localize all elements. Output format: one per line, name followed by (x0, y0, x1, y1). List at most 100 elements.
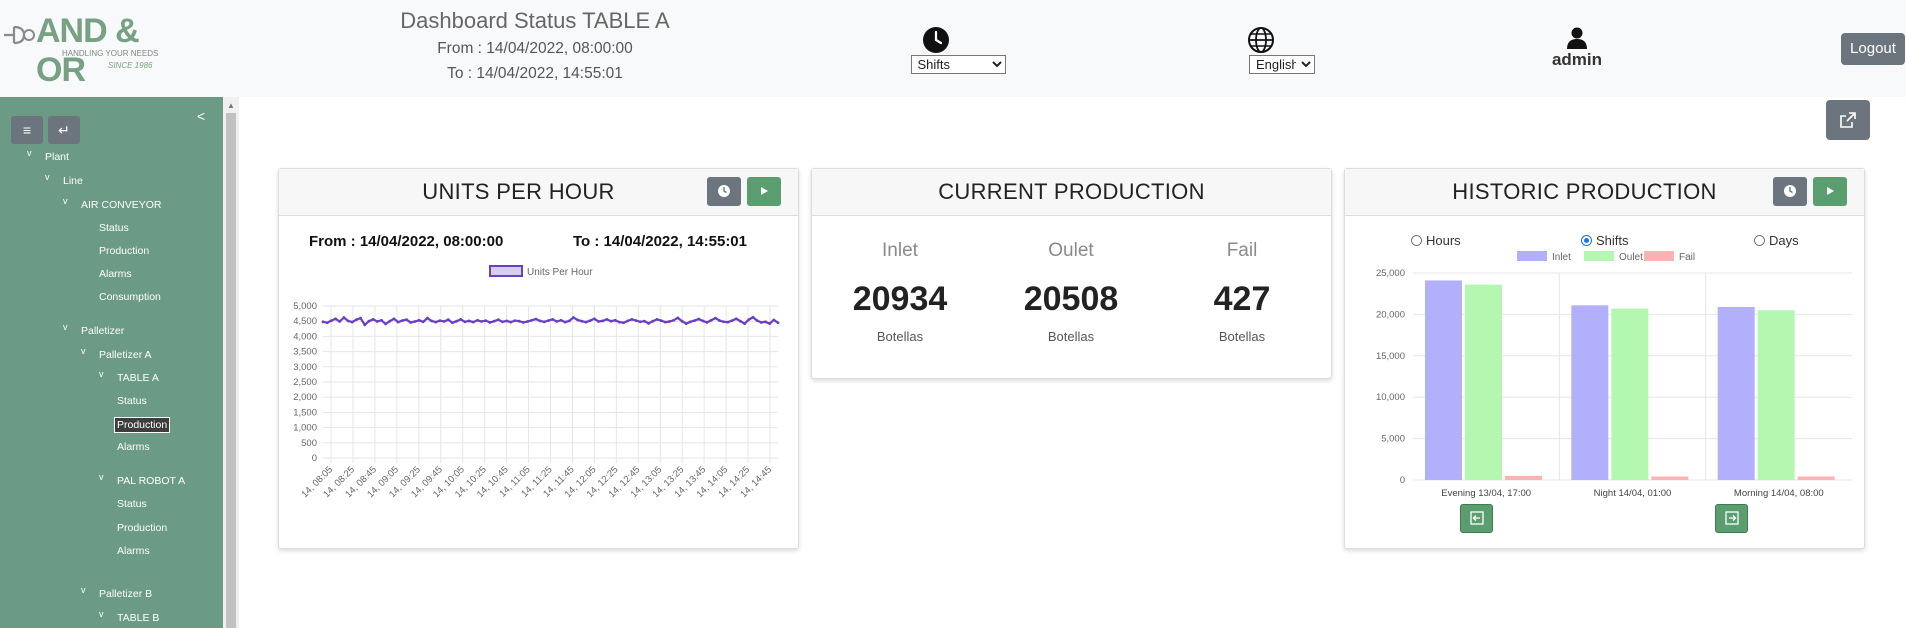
data-point (430, 319, 433, 323)
data-point (459, 317, 463, 321)
data-point (567, 319, 571, 323)
sidebar-tree-item[interactable]: Production (117, 522, 167, 534)
chevron-down-icon[interactable]: v (63, 322, 68, 332)
top-header: AND & OR HANDLING YOUR NEEDS SINCE 1986 … (0, 0, 1906, 98)
data-point (634, 319, 638, 322)
previous-period-button[interactable] (1460, 504, 1493, 533)
logout-button[interactable]: Logout (1841, 33, 1905, 65)
radio-days-control[interactable] (1754, 235, 1765, 247)
back-button[interactable]: ↵ (48, 116, 80, 144)
data-point (480, 320, 484, 323)
data-point (509, 320, 513, 324)
chevron-down-icon[interactable]: v (81, 585, 86, 595)
data-point (722, 320, 726, 324)
play-button[interactable] (1813, 177, 1847, 206)
chevron-down-icon[interactable]: v (27, 148, 32, 158)
chevron-down-icon[interactable]: v (81, 346, 86, 356)
x-tick-label: Morning 14/04, 08:00 (1734, 488, 1824, 499)
play-button[interactable] (747, 177, 781, 206)
radio-hours[interactable]: Hours (1411, 233, 1461, 248)
chevron-down-icon[interactable]: v (99, 369, 104, 379)
sidebar-tree-item[interactable]: Alarms (117, 441, 150, 453)
logo-mark-icon (4, 25, 35, 45)
chevron-down-icon[interactable]: v (63, 196, 68, 206)
sidebar-tree-item[interactable]: TABLE A (117, 372, 159, 384)
header-to: To : 14/04/2022, 14:55:01 (447, 65, 623, 82)
open-external-button[interactable] (1826, 100, 1870, 140)
data-point (668, 320, 671, 323)
y-tick-label: 2,500 (293, 377, 317, 388)
card-header: UNITS PER HOUR (279, 169, 798, 216)
radio-shifts[interactable]: Shifts (1581, 233, 1629, 248)
clock-icon (923, 27, 949, 53)
oulet-label: Oulet (1048, 240, 1094, 261)
next-period-button[interactable] (1715, 504, 1748, 533)
data-point (396, 320, 400, 324)
sidebar-tree-item[interactable]: Line (63, 175, 83, 187)
sidebar-tree-item[interactable]: Status (117, 498, 147, 510)
y-tick-label: 3,000 (293, 362, 317, 373)
data-point (350, 320, 354, 324)
legend-label: Oulet (1619, 252, 1643, 263)
sidebar-collapse-button[interactable]: < (197, 108, 205, 124)
radio-days[interactable]: Days (1754, 233, 1799, 248)
chevron-down-icon[interactable]: v (99, 472, 104, 482)
data-point (592, 317, 596, 321)
data-point (555, 320, 559, 323)
sidebar-tree-item[interactable]: Palletizer A (99, 349, 152, 361)
history-button[interactable] (1773, 177, 1807, 206)
period-select[interactable]: Shifts (910, 55, 1006, 74)
radio-shifts-label: Shifts (1596, 233, 1629, 248)
sidebar-tree-item[interactable]: Status (117, 395, 147, 407)
y-tick-label: 20,000 (1376, 309, 1405, 320)
data-point (542, 320, 546, 324)
data-point (354, 318, 358, 322)
data-point (643, 319, 646, 323)
sidebar (0, 97, 223, 628)
sidebar-tree-item[interactable]: Production (99, 245, 149, 257)
data-point (488, 321, 492, 324)
chevron-down-icon[interactable]: v (99, 609, 104, 619)
oulet-value: 20508 (1023, 280, 1119, 318)
bar (1797, 476, 1835, 480)
sidebar-tree-item[interactable]: Alarms (117, 545, 150, 557)
data-point (446, 318, 450, 322)
sidebar-tree-item[interactable]: Palletizer (81, 325, 124, 337)
bar (1717, 306, 1755, 480)
radio-shifts-control[interactable] (1581, 235, 1592, 247)
inlet-label: Inlet (882, 240, 918, 261)
company-logo: AND & OR HANDLING YOUR NEEDS SINCE 1986 (0, 12, 170, 89)
menu-toggle-button[interactable]: ≡ (11, 116, 43, 144)
y-tick-label: 4,000 (293, 331, 317, 342)
sidebar-tree-item[interactable]: Status (99, 222, 129, 234)
sidebar-tree-item[interactable]: PAL ROBOT A (117, 475, 185, 487)
data-point (743, 322, 747, 326)
history-button[interactable] (707, 177, 741, 206)
bar (1757, 310, 1795, 480)
language-select[interactable]: English (1249, 55, 1315, 74)
y-tick-label: 2,000 (293, 392, 317, 403)
radio-hours-control[interactable] (1411, 235, 1422, 247)
sidebar-scrollbar-thumb[interactable] (226, 113, 236, 628)
sidebar-tree-item[interactable]: TABLE B (117, 612, 159, 624)
scroll-up-arrow-icon[interactable]: ▲ (227, 101, 235, 110)
data-point (417, 318, 421, 322)
data-point (363, 323, 367, 327)
data-point (517, 319, 521, 323)
sidebar-tree-item[interactable]: Plant (45, 151, 69, 163)
sidebar-tree-item[interactable]: Alarms (99, 268, 132, 280)
sidebar-tree-item[interactable]: Consumption (99, 291, 161, 303)
data-point (747, 318, 751, 322)
data-point (384, 322, 388, 326)
units-per-hour-card: UNITS PER HOUR From : 14/04/2022, 08:00:… (278, 168, 799, 549)
data-point (496, 318, 500, 322)
data-point (584, 320, 588, 324)
data-point (421, 320, 425, 324)
sidebar-tree-item[interactable]: AIR CONVEYOR (81, 199, 162, 211)
data-point (547, 319, 550, 322)
play-icon (1827, 187, 1834, 195)
data-point (467, 319, 471, 323)
sidebar-tree-item[interactable]: Palletizer B (99, 588, 152, 600)
chevron-down-icon[interactable]: v (45, 172, 50, 182)
sidebar-tree-item[interactable]: Production (113, 417, 171, 433)
